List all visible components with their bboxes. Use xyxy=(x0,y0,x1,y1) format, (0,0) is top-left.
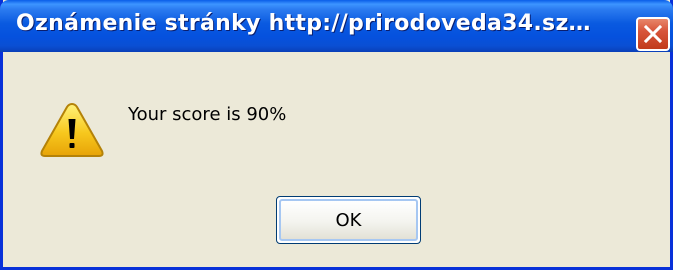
alert-message: Your score is 90% xyxy=(128,104,287,125)
dialog-title: Oznámenie stránky http://prirodoveda34.s… xyxy=(16,11,591,36)
ok-button[interactable]: OK xyxy=(276,196,421,244)
title-bar[interactable]: Oznámenie stránky http://prirodoveda34.s… xyxy=(0,0,673,52)
close-button[interactable] xyxy=(636,17,670,51)
alert-dialog: Oznámenie stránky http://prirodoveda34.s… xyxy=(0,0,673,270)
close-icon xyxy=(644,25,662,43)
ok-button-label: OK xyxy=(279,199,418,241)
warning-icon xyxy=(40,103,104,157)
